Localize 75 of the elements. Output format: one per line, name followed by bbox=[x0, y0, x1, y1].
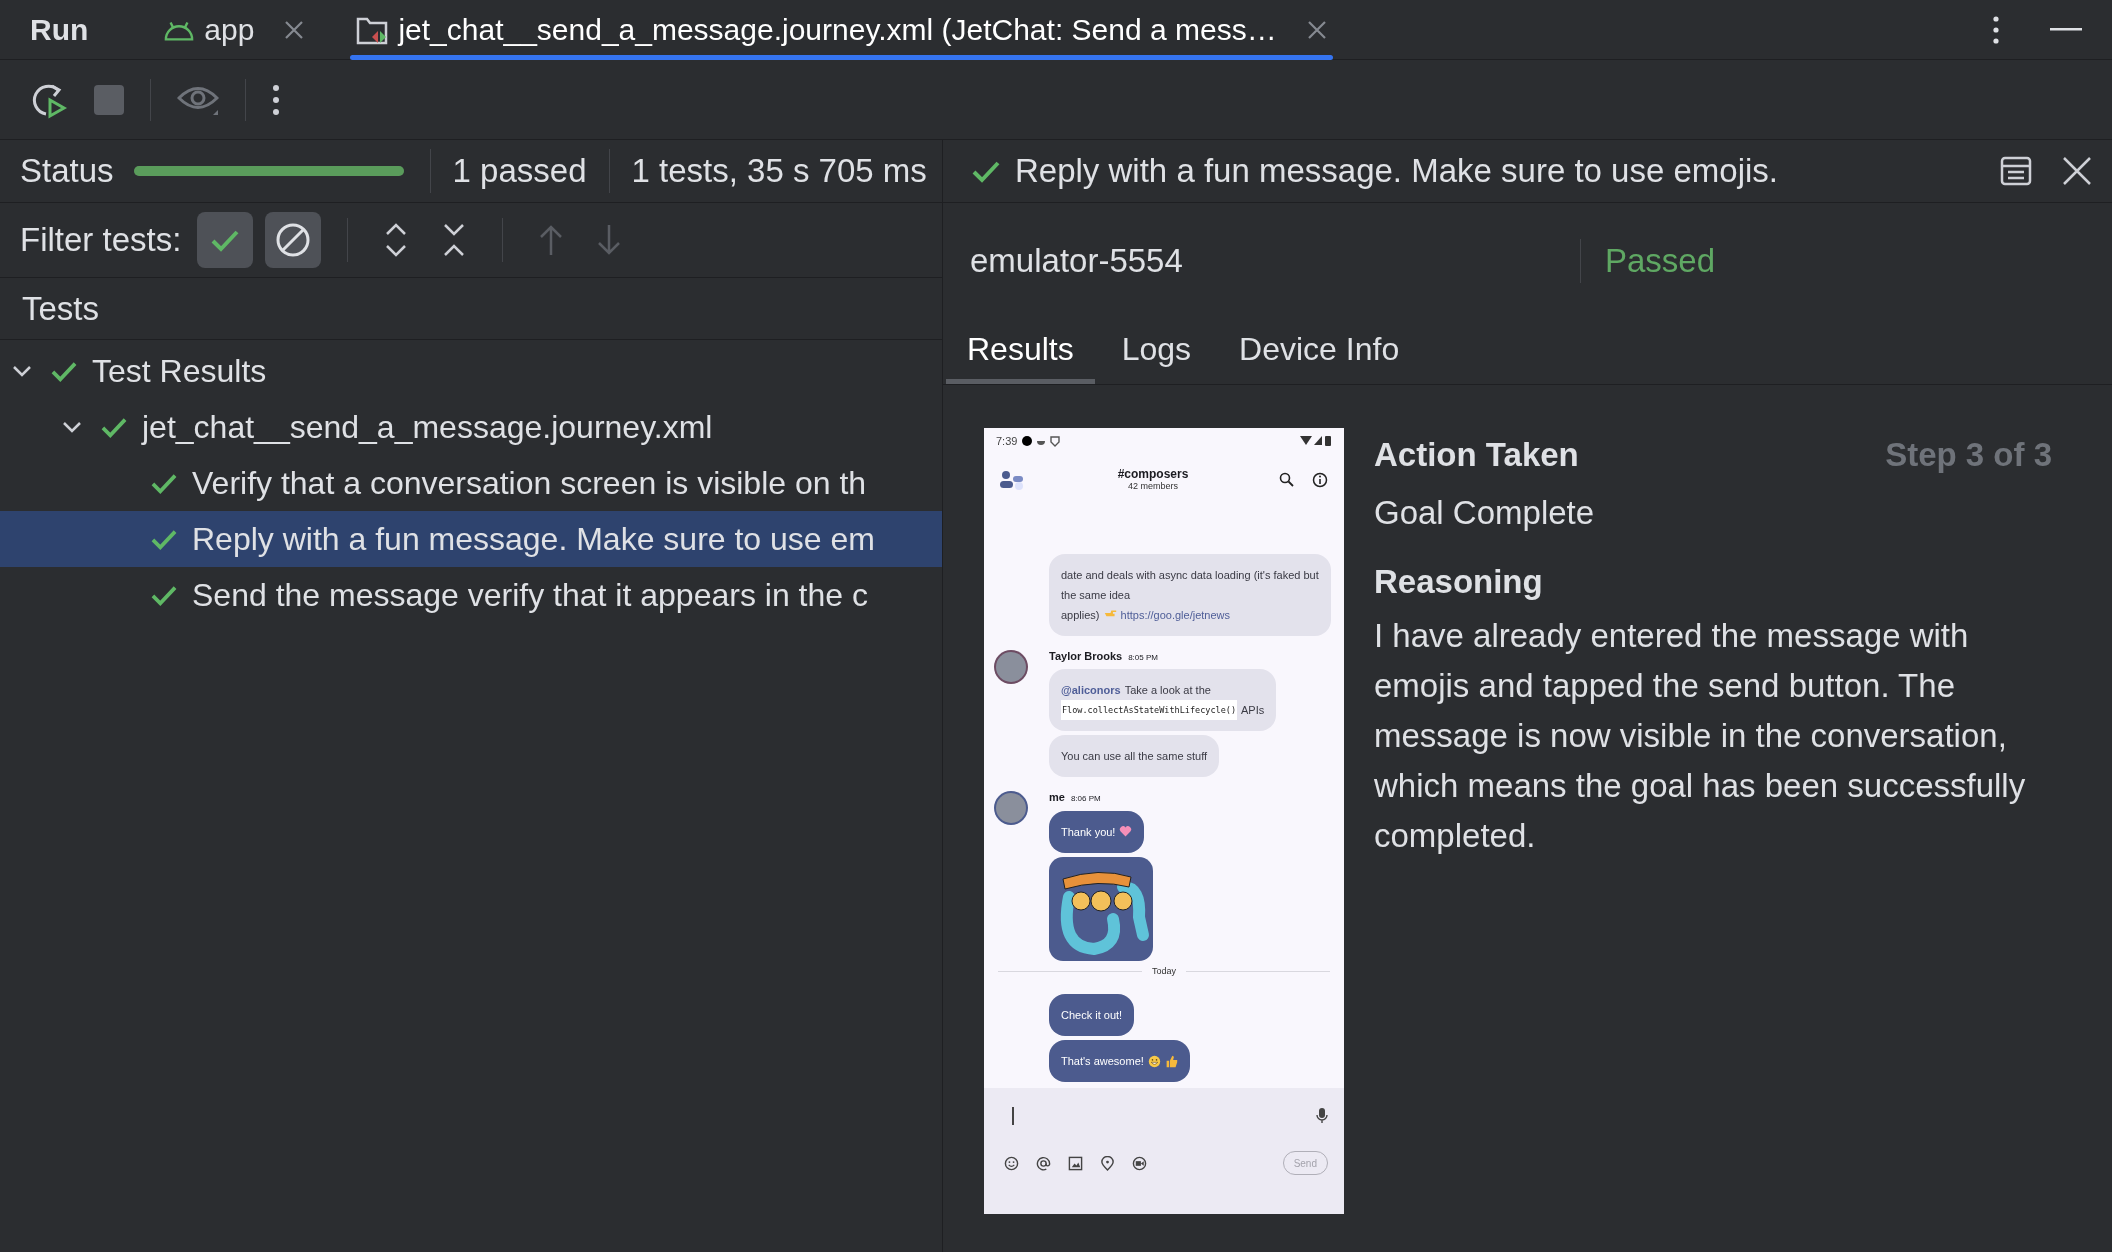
tree-row[interactable]: Reply with a fun message. Make sure to use em bbox=[0, 511, 942, 567]
test-name: jet_chat__send_a_message.journey.xml bbox=[142, 408, 713, 447]
result-status: Passed bbox=[1605, 240, 1716, 281]
status-time: 7:39 bbox=[996, 433, 1018, 449]
action-label: Action Taken bbox=[1374, 435, 1579, 475]
thumbs-up-icon bbox=[1164, 1054, 1178, 1068]
image-icon bbox=[1068, 1155, 1083, 1171]
more-options-icon[interactable] bbox=[272, 82, 280, 117]
message-time: 8:05 PM bbox=[1128, 651, 1158, 664]
show-ignored-toggle[interactable] bbox=[265, 212, 322, 268]
expand-all-icon[interactable] bbox=[384, 222, 409, 258]
test-title: Reply with a fun message. Make sure to use emojis. bbox=[1015, 151, 1778, 192]
channel-name: #composers bbox=[1117, 467, 1189, 480]
message-text: Thank you! bbox=[1061, 824, 1116, 840]
heart-icon bbox=[1119, 825, 1133, 838]
tree-row[interactable]: Verify that a conversation screen is visible on th bbox=[0, 455, 942, 511]
author-name: Taylor Brooks bbox=[1049, 648, 1123, 664]
text-cursor bbox=[1012, 1106, 1014, 1125]
location-pin-icon bbox=[1100, 1155, 1115, 1171]
close-icon bbox=[1306, 19, 1327, 40]
avatar bbox=[996, 793, 1026, 823]
close-icon bbox=[284, 19, 305, 40]
status-label: Status bbox=[20, 151, 114, 192]
panel-icon[interactable] bbox=[2000, 156, 2032, 186]
message-text: applies) bbox=[1061, 607, 1100, 623]
show-passed-toggle[interactable] bbox=[197, 212, 254, 268]
member-count: 42 members bbox=[1128, 480, 1178, 492]
message-text: That's awesome! bbox=[1061, 1054, 1144, 1069]
microphone-icon bbox=[1316, 1108, 1328, 1123]
message-text: APIs bbox=[1241, 703, 1265, 718]
message-time: 8:06 PM bbox=[1070, 793, 1101, 805]
tree-row[interactable]: jet_chat__send_a_message.journey.xml bbox=[0, 399, 942, 455]
info-icon bbox=[1312, 471, 1328, 488]
collapse-all-icon[interactable] bbox=[442, 222, 467, 258]
test-name: Test Results bbox=[92, 352, 267, 391]
reasoning-label: Reasoning bbox=[1374, 562, 1544, 602]
filter-label: Filter tests: bbox=[20, 220, 182, 261]
tool-window-title: Run bbox=[30, 12, 89, 48]
tab[interactable]: jet_chat__send_a_message.journey.xml (JetChat: Send a mess… bbox=[350, 0, 1333, 59]
minimize-icon[interactable] bbox=[2050, 27, 2082, 32]
video-icon bbox=[1132, 1155, 1147, 1171]
more-options-icon[interactable] bbox=[1992, 14, 2000, 45]
message-text: You can use all the same stuff bbox=[1061, 749, 1208, 764]
reasoning-text: I have already entered the message with emojis and tapped the send button. The message is now visible in the conversation, which means the goal has been successfully completed. bbox=[1374, 615, 2027, 856]
notification-icons-drawing bbox=[1021, 435, 1062, 447]
test-name: Reply with a fun message. Make sure to use em bbox=[192, 520, 875, 559]
step-counter: Step 3 of 3 bbox=[1885, 435, 2052, 475]
date-divider-label: Today bbox=[1152, 964, 1176, 978]
author-name: me bbox=[1049, 790, 1065, 805]
test-name: Verify that a conversation screen is visible on th bbox=[192, 464, 867, 503]
grinning-face-icon bbox=[1147, 1054, 1161, 1068]
tree-row[interactable]: Test Results bbox=[0, 343, 942, 399]
tree-row[interactable]: Send the message verify that it appears in the c bbox=[0, 567, 942, 623]
tests-header: Tests bbox=[22, 288, 100, 329]
avatar bbox=[996, 651, 1026, 682]
ban-icon bbox=[275, 222, 312, 258]
tab[interactable]: Logs bbox=[1100, 318, 1213, 384]
emoji-icon bbox=[1004, 1155, 1019, 1171]
message-text: Check it out! bbox=[1061, 1008, 1123, 1023]
test-name: Send the message verify that it appears in the c bbox=[192, 576, 868, 615]
action-value: Goal Complete bbox=[1374, 492, 1596, 533]
link[interactable]: https://goo.gle/jetnews bbox=[1120, 604, 1230, 625]
message-text: Take a look at the bbox=[1124, 683, 1211, 698]
passed-count: 1 passed bbox=[451, 151, 588, 192]
close-icon[interactable] bbox=[2062, 156, 2092, 186]
mention-link[interactable]: @aliconors bbox=[1061, 680, 1121, 700]
search-icon bbox=[1279, 472, 1294, 487]
test-summary: 1 tests, 35 s 705 ms bbox=[630, 151, 927, 192]
signal-battery-icons-drawing bbox=[1300, 435, 1332, 447]
device-name: emulator-5554 bbox=[970, 240, 1184, 281]
mention-icon bbox=[1036, 1155, 1051, 1171]
tab[interactable]: Device Info bbox=[1218, 318, 1421, 384]
tab[interactable]: app bbox=[158, 0, 311, 59]
tab[interactable]: Results bbox=[946, 318, 1095, 384]
code-snippet: Flow.collectAsStateWithLifecycle() bbox=[1061, 700, 1237, 720]
